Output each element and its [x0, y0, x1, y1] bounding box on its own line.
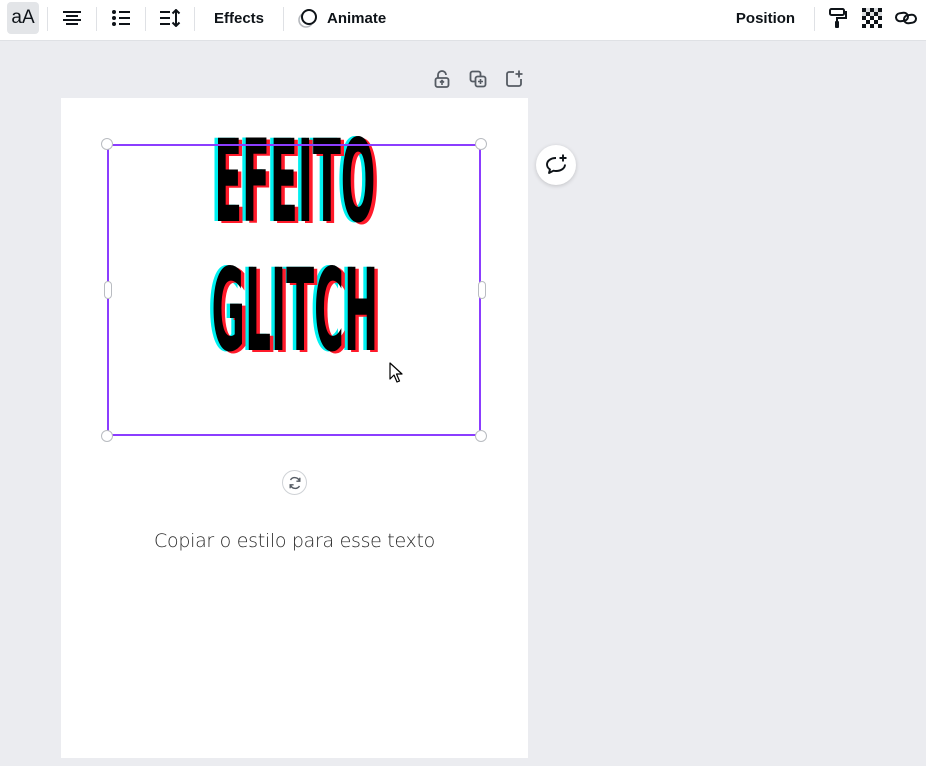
text-case-button[interactable]: aA [7, 2, 39, 34]
text-case-label: aA [11, 7, 35, 28]
top-toolbar: aA Effects Animate Position [0, 0, 926, 41]
link-button[interactable] [892, 2, 920, 34]
add-comment-icon [546, 154, 567, 174]
add-page-icon [506, 70, 523, 87]
resize-handle-left[interactable] [104, 281, 112, 299]
rotate-icon [289, 476, 300, 489]
line-spacing-button[interactable] [154, 2, 186, 34]
toolbar-divider [47, 7, 48, 31]
duplicate-page-button[interactable] [467, 68, 489, 90]
bullet-list-button[interactable] [105, 2, 137, 34]
toolbar-divider [283, 7, 284, 31]
add-page-button[interactable] [503, 68, 525, 90]
toolbar-divider [96, 7, 97, 31]
animate-button[interactable]: Animate [293, 2, 393, 34]
paint-roller-icon [829, 8, 847, 28]
lock-button[interactable] [431, 68, 453, 90]
rotate-button[interactable] [282, 470, 307, 495]
add-comment-button[interactable] [536, 145, 576, 185]
effects-button[interactable]: Effects [204, 2, 274, 34]
position-label: Position [735, 9, 796, 27]
selection-box[interactable] [107, 144, 481, 436]
resize-handle-right[interactable] [478, 281, 486, 299]
bullet-list-icon [112, 10, 130, 26]
resize-handle-top-right[interactable] [475, 138, 487, 150]
resize-handle-top-left[interactable] [101, 138, 113, 150]
mouse-cursor-icon [389, 362, 403, 383]
toolbar-divider [194, 7, 195, 31]
align-center-icon [63, 11, 81, 25]
transparency-icon [862, 8, 882, 28]
link-icon [895, 11, 917, 25]
effects-label: Effects [213, 9, 265, 27]
lock-icon [434, 70, 450, 88]
duplicate-icon [469, 70, 487, 88]
transparency-button[interactable] [858, 2, 886, 34]
resize-handle-bottom-left[interactable] [101, 430, 113, 442]
resize-handle-bottom-right[interactable] [475, 430, 487, 442]
toolbar-divider [145, 7, 146, 31]
animate-icon [298, 9, 317, 28]
line-spacing-icon [160, 9, 181, 27]
copy-style-button[interactable] [824, 2, 852, 34]
position-button[interactable]: Position [728, 2, 803, 34]
align-center-button[interactable] [56, 2, 88, 34]
toolbar-divider [814, 7, 815, 31]
body-text[interactable]: Copiar o estilo para esse texto [61, 530, 528, 552]
animate-label: Animate [327, 9, 387, 27]
